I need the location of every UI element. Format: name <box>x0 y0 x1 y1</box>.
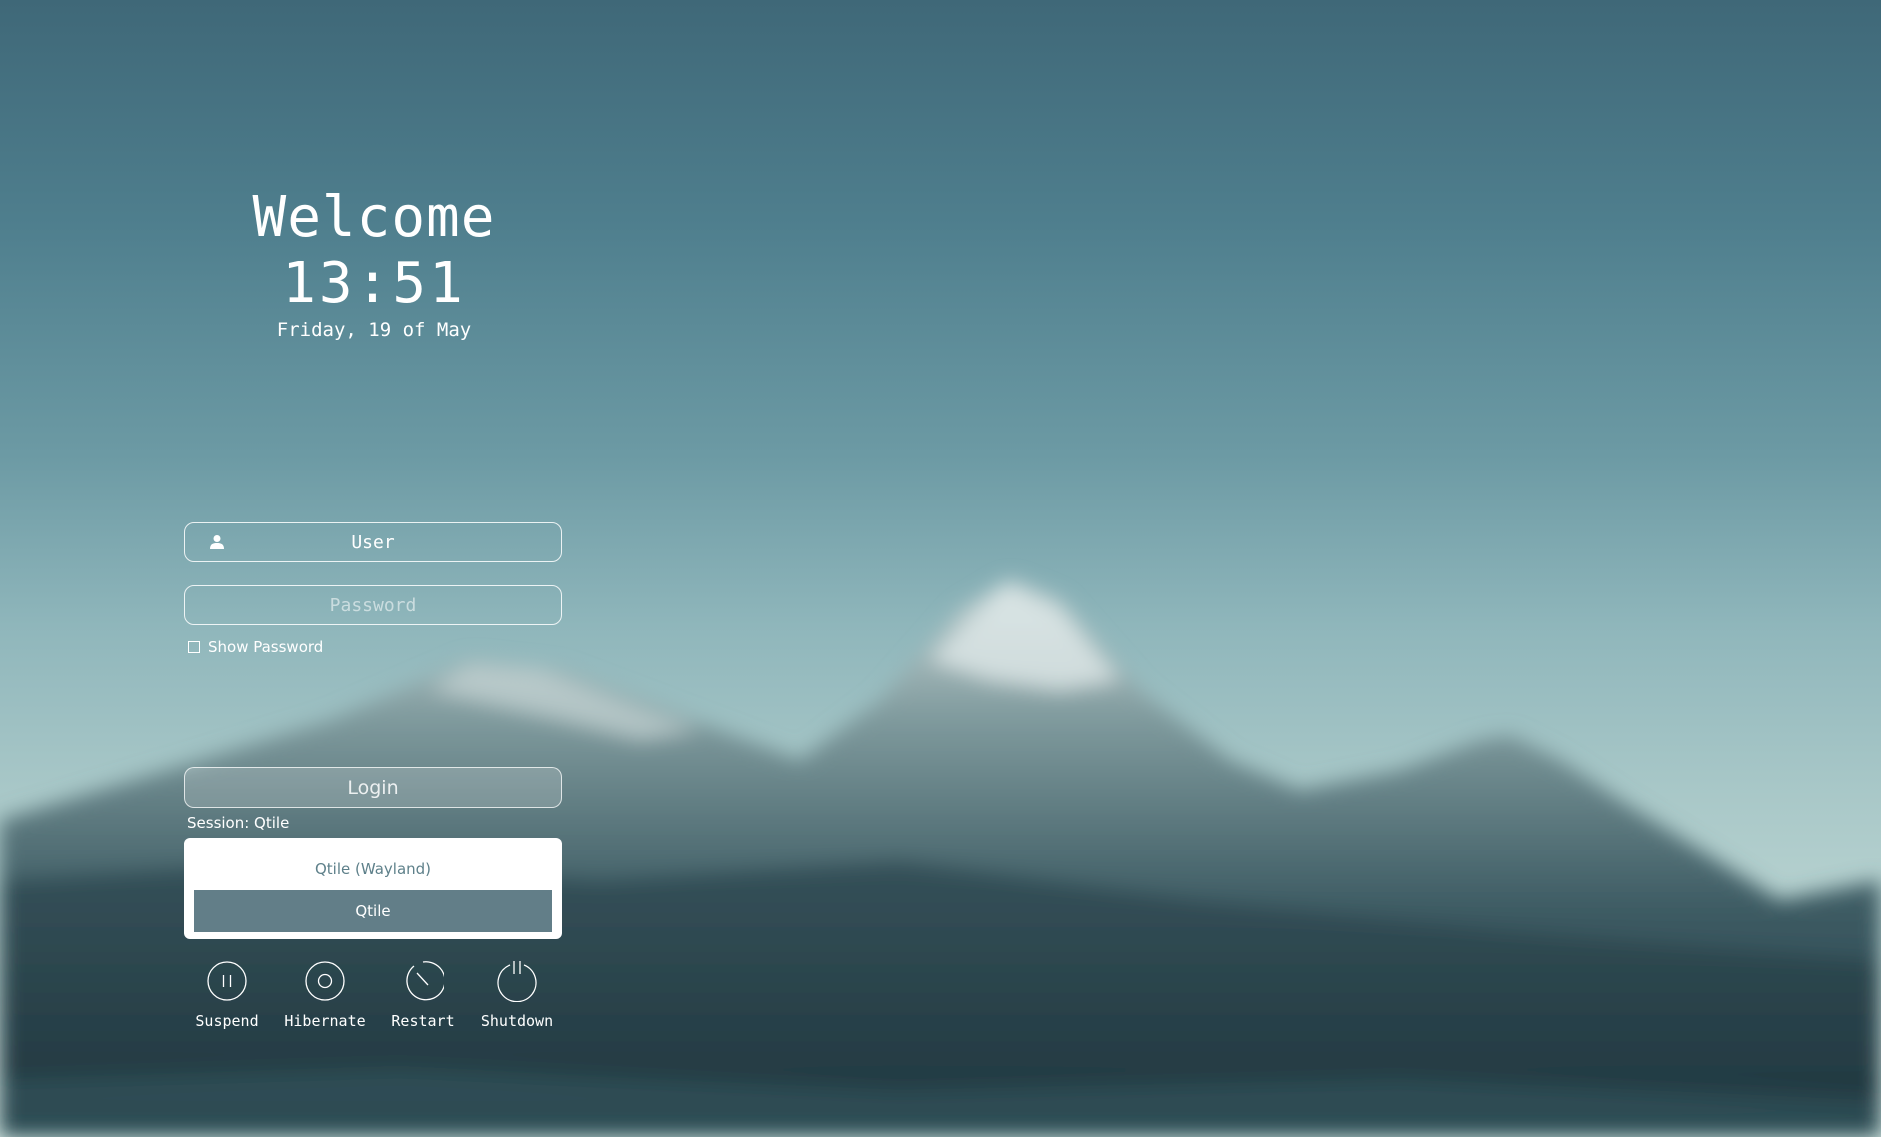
shutdown-button[interactable]: Shutdown <box>479 960 555 1030</box>
suspend-button[interactable]: Suspend <box>195 960 259 1030</box>
welcome-heading: Welcome <box>252 185 496 250</box>
show-password-toggle[interactable]: Show Password <box>188 638 323 656</box>
show-password-label: Show Password <box>208 638 324 656</box>
hibernate-label: Hibernate <box>284 1012 366 1030</box>
date-label: Friday, 19 of May <box>276 319 472 341</box>
password-field[interactable] <box>184 585 562 625</box>
login-button[interactable]: Login <box>184 767 562 808</box>
session-option-qtile[interactable]: Qtile <box>194 890 552 932</box>
suspend-icon <box>207 961 247 1001</box>
session-menu: Qtile (Wayland) Qtile <box>184 838 562 939</box>
session-option-qtile-wayland[interactable]: Qtile (Wayland) <box>194 848 552 890</box>
suspend-label: Suspend <box>195 1012 259 1030</box>
restart-button[interactable]: Restart <box>390 960 456 1030</box>
session-label: Session: Qtile <box>187 814 290 832</box>
user-field[interactable]: User <box>184 522 562 562</box>
restart-label: Restart <box>391 1012 455 1030</box>
hibernate-icon <box>305 961 345 1001</box>
restart-icon <box>406 961 444 1001</box>
login-panel: Welcome 13:51 Friday, 19 of May User Sho… <box>0 0 1881 1137</box>
password-input[interactable] <box>185 585 561 625</box>
user-value: User <box>351 531 395 553</box>
clock: 13:51 <box>282 251 466 316</box>
user-icon <box>210 535 224 549</box>
show-password-checkbox[interactable] <box>188 641 200 653</box>
shutdown-icon <box>497 961 537 1002</box>
hibernate-button[interactable]: Hibernate <box>283 960 367 1030</box>
shutdown-label: Shutdown <box>480 1012 554 1030</box>
